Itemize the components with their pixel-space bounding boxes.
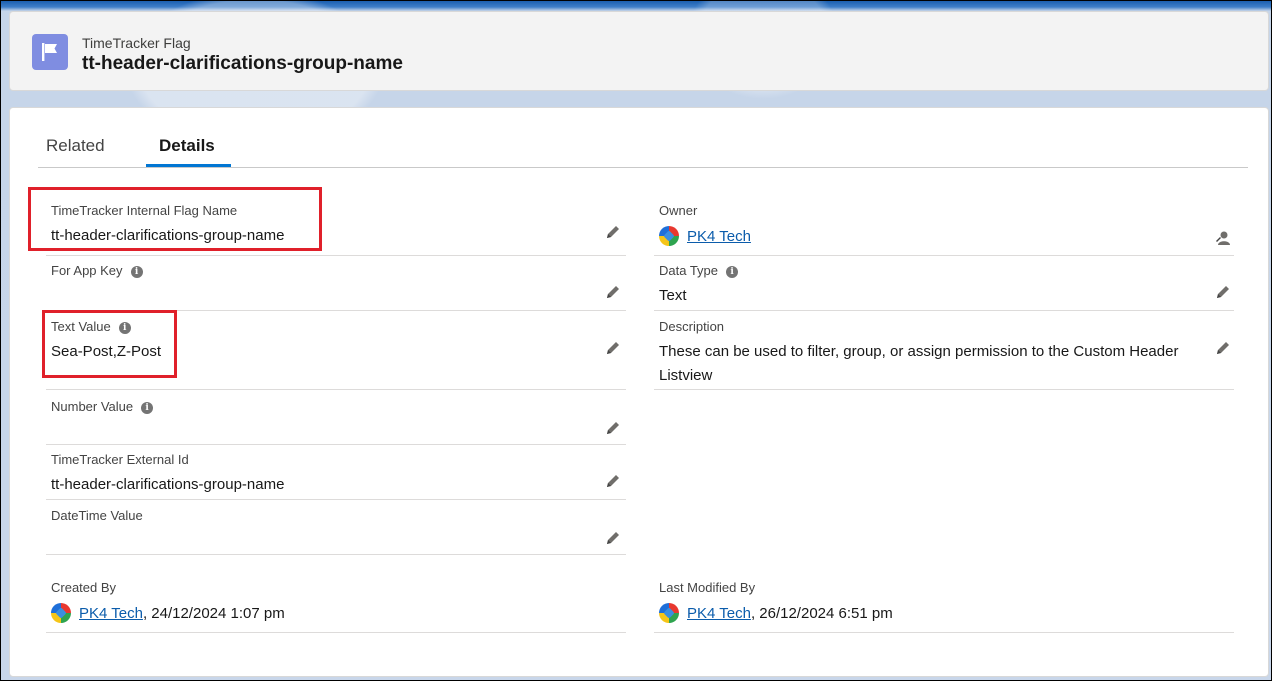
tab-details[interactable]: Details — [159, 136, 215, 156]
app-frame: TimeTracker Flag tt-header-clarification… — [0, 0, 1272, 681]
info-icon[interactable]: i — [130, 266, 143, 278]
highlight-box-text-value — [42, 310, 177, 378]
field-label: For App Key — [51, 263, 123, 278]
field-value: Text — [659, 287, 687, 304]
info-icon[interactable]: i — [726, 266, 739, 278]
modified-date: , 26/12/2024 6:51 pm — [750, 605, 893, 622]
field-label: Data Type — [659, 263, 719, 278]
field-label: Description — [659, 319, 725, 334]
flag-icon — [32, 34, 68, 70]
tab-related[interactable]: Related — [46, 136, 105, 156]
pencil-icon[interactable] — [604, 223, 622, 241]
record-title: tt-header-clarifications-group-name — [82, 53, 403, 74]
change-owner-icon[interactable] — [1214, 229, 1232, 247]
field-created-by: Created By PK4 Tech, 24/12/2024 1:07 pm — [46, 578, 626, 633]
object-type-label: TimeTracker Flag — [82, 35, 191, 51]
tab-bar: Related Details — [38, 108, 1248, 168]
field-label: TimeTracker External Id — [51, 452, 189, 467]
info-icon[interactable]: i — [141, 402, 154, 414]
record-header: TimeTracker Flag tt-header-clarification… — [9, 11, 1269, 91]
active-tab-indicator — [146, 164, 231, 167]
avatar — [659, 226, 679, 246]
highlight-box-flag-name — [28, 187, 322, 251]
avatar — [659, 603, 679, 623]
pencil-icon[interactable] — [604, 419, 622, 437]
avatar — [51, 603, 71, 623]
field-value: tt-header-clarifications-group-name — [51, 476, 285, 493]
field-datetime-value: DateTime Value — [46, 499, 626, 555]
field-data-type: Data Type i Text — [654, 255, 1234, 311]
pencil-icon[interactable] — [604, 529, 622, 547]
pencil-icon[interactable] — [604, 472, 622, 490]
field-value: These can be used to filter, group, or a… — [659, 343, 1179, 384]
field-label: Last Modified By — [659, 580, 756, 595]
user-link[interactable]: PK4 Tech — [687, 605, 751, 622]
pencil-icon[interactable] — [1214, 339, 1232, 357]
field-description: Description These can be used to filter,… — [654, 310, 1234, 390]
created-date: , 24/12/2024 1:07 pm — [142, 605, 285, 622]
field-label: Created By — [51, 580, 117, 595]
field-for-app-key: For App Key i — [46, 255, 626, 311]
field-external-id: TimeTracker External Id tt-header-clarif… — [46, 444, 626, 500]
field-label: Number Value — [51, 399, 134, 414]
field-label: Owner — [659, 203, 698, 218]
pencil-icon[interactable] — [1214, 283, 1232, 301]
field-number-value: Number Value i — [46, 389, 626, 445]
pencil-icon[interactable] — [604, 339, 622, 357]
field-owner: Owner PK4 Tech — [654, 196, 1234, 256]
owner-link[interactable]: PK4 Tech — [687, 228, 751, 245]
field-last-modified-by: Last Modified By PK4 Tech, 26/12/2024 6:… — [654, 578, 1234, 633]
field-label: DateTime Value — [51, 508, 143, 523]
user-link[interactable]: PK4 Tech — [79, 605, 143, 622]
pencil-icon[interactable] — [604, 283, 622, 301]
